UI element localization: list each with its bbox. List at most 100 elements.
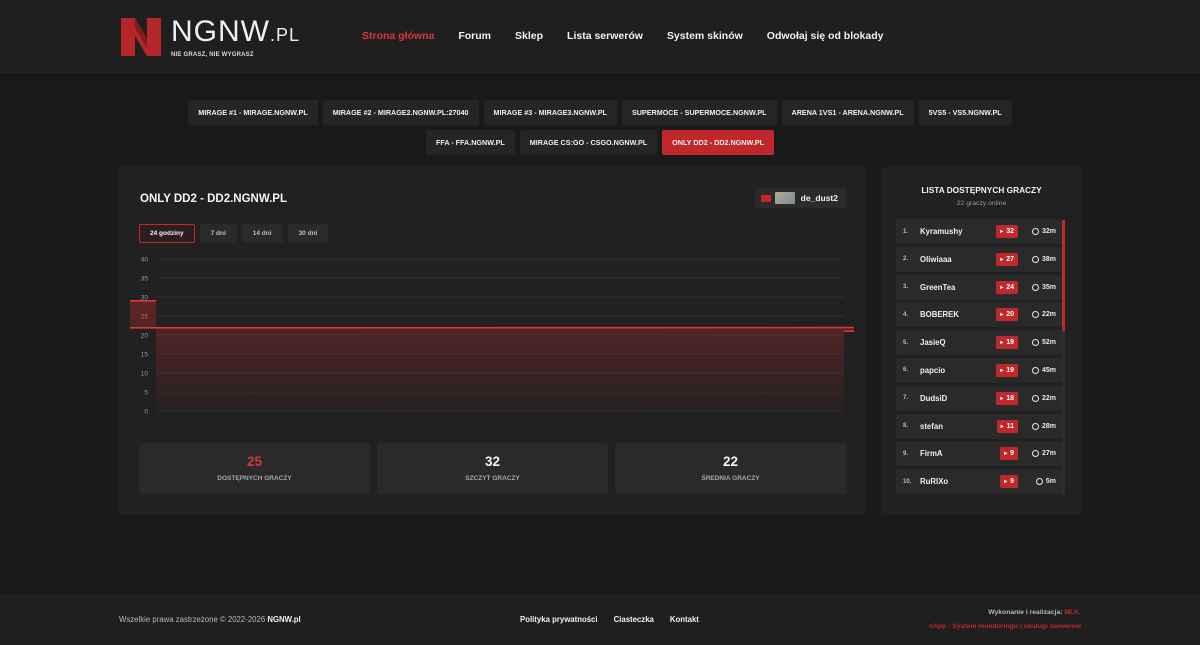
players-online-count: 22 graczy online bbox=[956, 200, 1007, 207]
player-kills-badge: ▸ 11 bbox=[996, 419, 1018, 433]
nav-skins[interactable]: System skinów bbox=[667, 30, 743, 42]
player-name: stefan bbox=[920, 421, 943, 431]
player-list-title: LISTA DOSTĘPNYCH GRACZY bbox=[921, 185, 1042, 195]
series-area bbox=[130, 300, 854, 411]
clock-icon bbox=[1035, 478, 1043, 486]
server-tab-active[interactable]: ONLY DD2 - DD2.NGNW.PL bbox=[662, 130, 775, 155]
server-tab[interactable]: MIRAGE #1 - MIRAGE.NGNW.PL bbox=[188, 100, 318, 125]
footer-credit: Wykonanie i realizacja: MLK. nApp - Syst… bbox=[928, 609, 1081, 630]
gun-icon: ▸ bbox=[1000, 312, 1004, 319]
player-kills-badge: ▸ 9 bbox=[1000, 447, 1018, 461]
stat-label: ŚREDNIA GRACZY bbox=[701, 475, 760, 482]
player-name: FirmA bbox=[920, 449, 943, 459]
server-tab[interactable]: ARENA 1VS1 - ARENA.NGNW.PL bbox=[781, 100, 914, 125]
player-row[interactable]: 9. FirmA ▸ 9 27m bbox=[896, 441, 1062, 467]
range-30d[interactable]: 30 dni bbox=[287, 224, 329, 243]
data-point bbox=[155, 300, 157, 302]
gun-icon: ▸ bbox=[1004, 479, 1008, 486]
player-rank: 8. bbox=[903, 423, 909, 430]
stat-value: 32 bbox=[484, 454, 501, 469]
range-tabs: 24 godziny 7 dni 14 dni 30 dni bbox=[139, 224, 333, 243]
player-count-chart: 051015202530354015:0018:0021:0000:0003:0… bbox=[130, 257, 854, 416]
clock-icon bbox=[1031, 366, 1039, 374]
player-row[interactable]: 7. DudsiD ▸ 18 22m bbox=[896, 385, 1062, 411]
stat-value: 22 bbox=[722, 454, 739, 469]
player-row[interactable]: 3. GreenTea ▸ 24 35m bbox=[896, 274, 1062, 300]
gun-icon: ▸ bbox=[1004, 451, 1008, 458]
clock-icon bbox=[1031, 394, 1039, 402]
nav-server-list[interactable]: Lista serwerów bbox=[567, 30, 643, 42]
credit-app-link[interactable]: nApp - System monitoringu i obsługi serw… bbox=[929, 623, 1081, 630]
player-row[interactable]: 1. Kyramushy ▸ 32 32m bbox=[896, 219, 1062, 244]
nav-home[interactable]: Strona główna bbox=[362, 30, 434, 42]
player-name: DudsiD bbox=[920, 393, 948, 403]
gun-icon: ▸ bbox=[1000, 423, 1004, 430]
player-row[interactable]: 5. JasieQ ▸ 19 52m bbox=[896, 330, 1062, 356]
server-tab[interactable]: SUPERMOCE - SUPERMOCE.NGNW.PL bbox=[621, 100, 777, 125]
clock-icon bbox=[1031, 228, 1039, 235]
footer-link-contact[interactable]: Kontakt bbox=[670, 615, 699, 624]
footer-brand[interactable]: NGNW.pl bbox=[267, 615, 300, 624]
gun-icon: ▸ bbox=[1000, 256, 1004, 263]
player-time: 45m bbox=[1031, 366, 1056, 374]
footer-links: Polityka prywatności Ciasteczka Kontakt bbox=[520, 615, 715, 624]
credit-author[interactable]: MLK. bbox=[1064, 609, 1081, 616]
footer-link-cookies[interactable]: Ciasteczka bbox=[614, 615, 654, 624]
stat-peak: 32 SZCZYT GRACZY bbox=[377, 443, 608, 494]
player-time: 5m bbox=[1035, 478, 1056, 486]
player-row[interactable]: 10. RuRIXo ▸ 9 5m bbox=[896, 469, 1062, 495]
stat-label: DOSTĘPNYCH GRACZY bbox=[217, 475, 292, 482]
nav-shop[interactable]: Sklep bbox=[515, 30, 543, 42]
player-list-panel: LISTA DOSTĘPNYCH GRACZY 22 graczy online… bbox=[881, 167, 1082, 515]
map-flag-icon bbox=[760, 194, 771, 202]
stat-label: SZCZYT GRACZY bbox=[465, 475, 520, 482]
player-row[interactable]: 8. stefan ▸ 11 28m bbox=[896, 413, 1062, 439]
stats-row: 25 DOSTĘPNYCH GRACZY 32 SZCZYT GRACZY 22… bbox=[139, 443, 853, 494]
map-thumbnail bbox=[774, 192, 795, 204]
gun-icon: ▸ bbox=[1000, 340, 1004, 347]
range-14d[interactable]: 14 dni bbox=[241, 224, 283, 243]
server-tab[interactable]: MIRAGE #3 - MIRAGE3.NGNW.PL bbox=[483, 100, 617, 125]
site-header: NGNW.PL NIE GRASZ, NIE WYGRASZ Strona gł… bbox=[0, 0, 1200, 75]
server-tabs-row-1: MIRAGE #1 - MIRAGE.NGNW.PL MIRAGE #2 - M… bbox=[0, 100, 1200, 125]
player-rank: 10. bbox=[903, 478, 912, 485]
server-tab[interactable]: FFA - FFA.NGNW.PL bbox=[425, 130, 515, 155]
player-rank: 7. bbox=[903, 395, 909, 402]
clock-icon bbox=[1031, 339, 1039, 347]
player-time: 38m bbox=[1031, 255, 1056, 263]
server-tab[interactable]: 5VS5 - VS5.NGNW.PL bbox=[918, 100, 1012, 125]
stat-available: 25 DOSTĘPNYCH GRACZY bbox=[139, 443, 370, 494]
footer-link-privacy[interactable]: Polityka prywatności bbox=[520, 615, 598, 624]
player-name: JasieQ bbox=[920, 338, 946, 348]
player-rank: 4. bbox=[903, 311, 909, 318]
player-time: 22m bbox=[1031, 394, 1056, 402]
range-7d[interactable]: 7 dni bbox=[199, 224, 237, 243]
player-rows: 1. Kyramushy ▸ 32 32m 2. Oliwiaaa ▸ 27 38m 3. Green… bbox=[896, 219, 1062, 497]
map-badge: de_dust2 bbox=[754, 188, 846, 208]
player-name: GreenTea bbox=[920, 282, 956, 292]
data-point bbox=[843, 330, 845, 332]
y-tick-label: 15 bbox=[141, 352, 149, 359]
server-stats-panel: ONLY DD2 - DD2.NGNW.PL de_dust2 24 godzi… bbox=[118, 167, 866, 515]
stat-average: 22 ŚREDNIA GRACZY bbox=[615, 443, 846, 494]
y-tick-label: 10 bbox=[141, 371, 149, 378]
clock-icon bbox=[1031, 255, 1039, 263]
player-kills-badge: ▸ 19 bbox=[996, 363, 1018, 377]
nav-forum[interactable]: Forum bbox=[458, 30, 491, 42]
player-rank: 5. bbox=[903, 339, 909, 346]
copyright: Wszelkie prawa zastrzeżone © 2022-2026 N… bbox=[119, 615, 301, 624]
player-row[interactable]: 4. BOBEREK ▸ 20 22m bbox=[896, 302, 1062, 328]
server-tab[interactable]: MIRAGE #2 - MIRAGE2.NGNW.PL:27040 bbox=[322, 100, 479, 125]
player-kills-badge: ▸ 19 bbox=[996, 336, 1018, 350]
player-row[interactable]: 2. Oliwiaaa ▸ 27 38m bbox=[896, 246, 1062, 272]
player-row[interactable]: 6. papcio ▸ 19 45m bbox=[896, 357, 1062, 383]
y-tick-label: 20 bbox=[141, 333, 149, 340]
range-24h[interactable]: 24 godziny bbox=[139, 224, 195, 243]
gun-icon: ▸ bbox=[1000, 367, 1004, 374]
player-rank: 6. bbox=[903, 367, 909, 374]
nav-appeal[interactable]: Odwołaj się od blokady bbox=[767, 30, 884, 42]
site-logo[interactable]: NGNW.PL NIE GRASZ, NIE WYGRASZ bbox=[121, 17, 300, 58]
player-list-scroll-thumb[interactable] bbox=[1062, 220, 1065, 331]
clock-icon bbox=[1031, 311, 1039, 319]
server-tab[interactable]: MIRAGE CS:GO - CSGO.NGNW.PL bbox=[519, 130, 658, 155]
